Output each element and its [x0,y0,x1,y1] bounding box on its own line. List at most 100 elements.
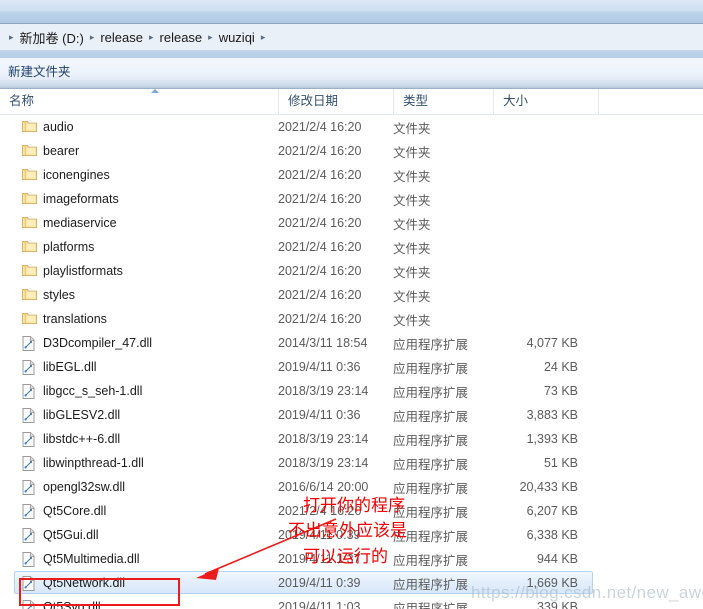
cell-type: 应用程序扩展 [393,529,469,544]
cell-date: 2018/3/19 23:14 [278,432,369,446]
table-row[interactable]: imageformats 2021/2/4 16:20 文件夹 [0,187,703,211]
cell-name[interactable]: libGLESV2.dll [0,403,278,427]
cell-name[interactable]: Qt5Network.dll [0,571,278,595]
file-list[interactable]: audio 2021/2/4 16:20 文件夹 bearer 2021/2/4 16:… [0,115,703,609]
cell-size: 51 KB [543,456,578,470]
table-row[interactable]: Qt5Svg.dll 2019/4/11 1:03 应用程序扩展 339 KB [0,595,703,609]
breadcrumb-item-3[interactable]: wuziqi [214,30,260,45]
table-row[interactable]: platforms 2021/2/4 16:20 文件夹 [0,235,703,259]
folder-icon [22,144,37,158]
cell-name[interactable]: audio [0,115,278,139]
cell-type: 应用程序扩展 [393,337,469,352]
column-header-type[interactable]: 类型 [393,89,493,114]
table-row[interactable]: audio 2021/2/4 16:20 文件夹 [0,115,703,139]
table-row[interactable]: Qt5Gui.dll 2019/4/11 0:39 应用程序扩展 6,338 KB [0,523,703,547]
cell-name[interactable]: libstdc++-6.dll [0,427,278,451]
table-row[interactable]: Qt5Network.dll 2019/4/11 0:39 应用程序扩展 1,669 … [0,571,703,595]
chevron-right-icon-3[interactable]: ▸ [207,32,214,43]
file-name-label: libgcc_s_seh-1.dll [43,384,143,398]
dll-icon [22,552,36,567]
cell-date: 2021/2/4 16:20 [278,264,362,278]
table-row[interactable]: styles 2021/2/4 16:20 文件夹 [0,283,703,307]
cell-name[interactable]: libEGL.dll [0,355,278,379]
cell-name[interactable]: Qt5Gui.dll [0,523,278,547]
cell-name[interactable]: libwinpthread-1.dll [0,451,278,475]
file-name-label: Qt5Core.dll [43,504,107,518]
cell-name[interactable]: imageformats [0,187,278,211]
cell-name[interactable]: opengl32sw.dll [0,475,278,499]
cell-name[interactable]: playlistformats [0,259,278,283]
table-row[interactable]: playlistformats 2021/2/4 16:20 文件夹 [0,259,703,283]
table-row[interactable]: libgcc_s_seh-1.dll 2018/3/19 23:14 应用程序扩展 7… [0,379,703,403]
file-name-label: libwinpthread-1.dll [43,456,144,470]
table-row[interactable]: Qt5Multimedia.dll 2019/4/11 1:37 应用程序扩展 944… [0,547,703,571]
cell-date: 2021/2/4 16:20 [278,144,362,158]
cell-date: 2018/3/19 23:14 [278,384,369,398]
table-row[interactable]: libGLESV2.dll 2019/4/11 0:36 应用程序扩展 3,883 K… [0,403,703,427]
dll-icon [22,600,36,609]
folder-icon [22,264,37,278]
cell-size: 73 KB [543,384,578,398]
table-row[interactable]: Qt5Core.dll 2021/2/4 16:20 应用程序扩展 6,207 KB [0,499,703,523]
cell-date: 2021/2/4 16:20 [278,288,362,302]
cell-type: 文件夹 [393,241,431,256]
cell-date: 2018/3/19 23:14 [278,456,369,470]
cell-date: 2019/4/11 1:03 [278,600,361,609]
table-row[interactable]: libstdc++-6.dll 2018/3/19 23:14 应用程序扩展 1,39… [0,427,703,451]
cell-date: 2019/4/11 1:37 [278,552,361,566]
file-name-label: libGLESV2.dll [43,408,121,422]
breadcrumb-item-0[interactable]: 新加卷 (D:) [15,28,89,47]
cell-date: 2019/4/11 0:36 [278,408,361,422]
cell-name[interactable]: styles [0,283,278,307]
column-header-name[interactable]: 名称 [0,89,278,114]
sort-ascending-icon [151,89,160,95]
cell-type: 应用程序扩展 [393,481,469,496]
dll-icon [22,384,36,399]
chevron-right-icon-4[interactable]: ▸ [260,32,267,43]
table-row[interactable]: libEGL.dll 2019/4/11 0:36 应用程序扩展 24 KB [0,355,703,379]
file-name-label: D3Dcompiler_47.dll [43,336,153,350]
file-name-label: opengl32sw.dll [43,480,126,494]
cell-type: 应用程序扩展 [393,601,469,609]
chevron-right-icon-2[interactable]: ▸ [148,32,155,43]
cell-type: 文件夹 [393,217,431,232]
new-folder-button[interactable]: 新建文件夹 [8,61,71,80]
file-name-label: playlistformats [43,264,123,278]
breadcrumb-item-2[interactable]: release [155,30,208,45]
cell-name[interactable]: translations [0,307,278,331]
cell-size: 944 KB [536,552,578,566]
column-header-date[interactable]: 修改日期 [278,89,393,114]
cell-name[interactable]: Qt5Multimedia.dll [0,547,278,571]
table-row[interactable]: opengl32sw.dll 2016/6/14 20:00 应用程序扩展 20,43… [0,475,703,499]
cell-name[interactable]: platforms [0,235,278,259]
cell-name[interactable]: D3Dcompiler_47.dll [0,331,278,355]
table-row[interactable]: libwinpthread-1.dll 2018/3/19 23:14 应用程序扩展… [0,451,703,475]
cell-type: 应用程序扩展 [393,553,469,568]
cell-size: 4,077 KB [526,336,578,350]
breadcrumb-item-1[interactable]: release [95,30,148,45]
cell-size: 20,433 KB [519,480,578,494]
table-row[interactable]: bearer 2021/2/4 16:20 文件夹 [0,139,703,163]
file-name-label: styles [43,288,75,302]
column-header-spacer[interactable] [598,89,703,114]
dll-icon [22,480,36,495]
column-header-size[interactable]: 大小 [493,89,598,114]
cell-name[interactable]: Qt5Core.dll [0,499,278,523]
cell-type: 应用程序扩展 [393,433,469,448]
chevron-right-icon-1[interactable]: ▸ [89,32,96,43]
folder-icon [22,288,37,302]
table-row[interactable]: translations 2021/2/4 16:20 文件夹 [0,307,703,331]
cell-date: 2014/3/11 18:54 [278,336,368,350]
cell-name[interactable]: bearer [0,139,278,163]
folder-icon [22,168,37,182]
table-row[interactable]: iconengines 2021/2/4 16:20 文件夹 [0,163,703,187]
chevron-right-icon-0: ▸ [9,31,14,42]
cell-date: 2019/4/11 0:39 [278,528,361,542]
cell-name[interactable]: libgcc_s_seh-1.dll [0,379,278,403]
table-row[interactable]: D3Dcompiler_47.dll 2014/3/11 18:54 应用程序扩展 4… [0,331,703,355]
cell-name[interactable]: mediaservice [0,211,278,235]
dll-icon [22,504,36,519]
cell-name[interactable]: iconengines [0,163,278,187]
cell-name[interactable]: Qt5Svg.dll [0,595,278,609]
table-row[interactable]: mediaservice 2021/2/4 16:20 文件夹 [0,211,703,235]
